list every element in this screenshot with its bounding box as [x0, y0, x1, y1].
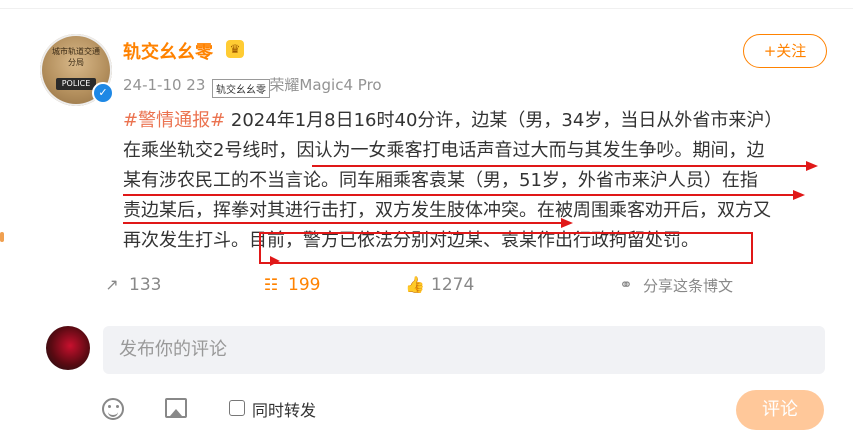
avatar-badge-text: 城市轨道交通分局: [52, 47, 100, 67]
like-action[interactable]: 👍 1274: [405, 266, 474, 304]
annotation-arrow: [561, 218, 573, 228]
share-post-label: 分享这条博文: [643, 276, 734, 295]
annotation-underline: [123, 194, 795, 196]
post-line-2: 在乘坐轨交2号线时，因认为一女乘客打电话声音过大而与其发生争吵。期间，边: [123, 140, 765, 161]
image-icon[interactable]: [165, 398, 187, 418]
edge-marker: [0, 232, 4, 242]
divider: [0, 8, 853, 9]
annotation-arrow: [270, 256, 280, 266]
annotation-box: [259, 232, 753, 264]
share-node-icon: ⚭: [619, 275, 633, 294]
author-name[interactable]: 轨交幺幺零: [123, 38, 213, 64]
comment-count: 199: [288, 275, 321, 295]
annotation-underline: [312, 165, 808, 167]
post-line-3: 某有涉农民工的不当言论。同车厢乘客袁某（男，51岁，外省市来沪人员）在指: [123, 170, 758, 191]
share-post-action[interactable]: ⚭ 分享这条博文: [617, 266, 733, 304]
comment-input[interactable]: 发布你的评论: [103, 326, 825, 374]
avatar-police-label: POLICE: [56, 78, 96, 90]
annotation-arrow: [806, 161, 818, 171]
hashtag-link[interactable]: #警情通报#: [123, 110, 225, 131]
follow-button[interactable]: +关注: [743, 34, 827, 68]
share-icon: ↗: [105, 275, 119, 294]
verified-icon: ✓: [92, 82, 114, 104]
post-line-1: #警情通报# 2024年1月8日16时40分许，边某（男，34岁，当日从外省市来…: [123, 110, 783, 131]
like-count: 1274: [431, 275, 475, 295]
annotation-underline: [123, 222, 563, 224]
comment-action[interactable]: ☷ 199: [262, 266, 321, 304]
post-date[interactable]: 24-1-10 23: [123, 76, 205, 94]
comment-icon: ☷: [263, 275, 279, 294]
post-device: 荣耀Magic4 Pro: [269, 76, 382, 94]
repost-checkbox[interactable]: [229, 400, 245, 416]
comment-toolbar: 同时转发 评论: [0, 390, 853, 430]
crown-icon[interactable]: ♛: [226, 40, 244, 58]
author-tooltip: 轨交幺幺零: [212, 79, 270, 98]
submit-comment-button[interactable]: 评论: [736, 390, 824, 430]
thumbs-up-icon: 👍: [405, 275, 425, 294]
weibo-post-card: 城市轨道交通分局 POLICE ✓ 轨交幺幺零 ♛ 24-1-10 23 荣耀Ma…: [0, 0, 853, 441]
post-actions: ↗ 133 ☷ 199 👍 1274 ⚭ 分享这条博文: [0, 266, 853, 304]
emoji-icon[interactable]: [102, 398, 124, 420]
repost-label[interactable]: 同时转发: [252, 397, 316, 421]
share-action[interactable]: ↗ 133: [103, 266, 161, 304]
commenter-avatar[interactable]: [46, 326, 90, 370]
annotation-arrow: [793, 190, 805, 200]
share-count: 133: [129, 275, 162, 295]
